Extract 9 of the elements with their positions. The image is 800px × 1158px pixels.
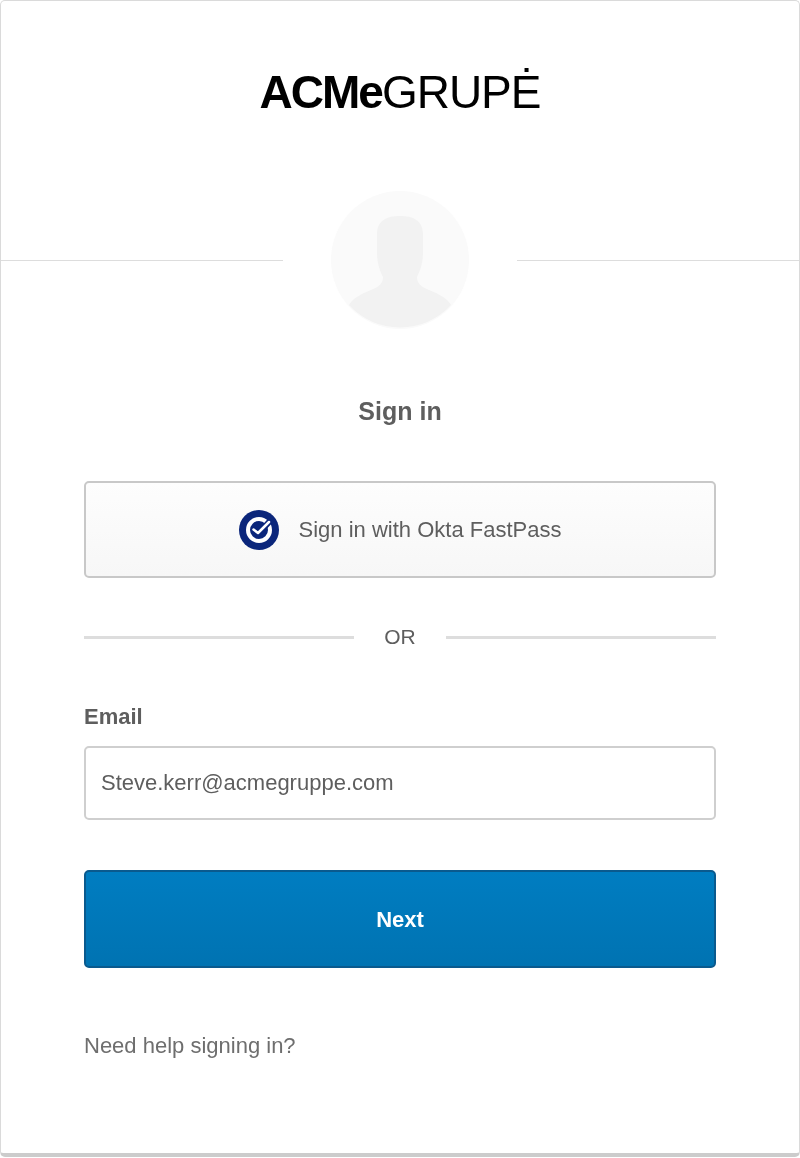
next-button[interactable]: Next (84, 870, 716, 968)
fastpass-button[interactable]: Sign in with Okta FastPass (84, 481, 716, 578)
page-title: Sign in (357, 396, 443, 427)
email-label: Email (84, 705, 143, 729)
help-link[interactable]: Need help signing in? (84, 1033, 296, 1059)
email-field[interactable]: Steve.kerr@acmegruppe.com (84, 746, 716, 820)
company-logo: ACMeGRUPĖ (259, 67, 541, 117)
check-badge-icon (238, 509, 279, 550)
divider-label: OR (384, 625, 416, 649)
